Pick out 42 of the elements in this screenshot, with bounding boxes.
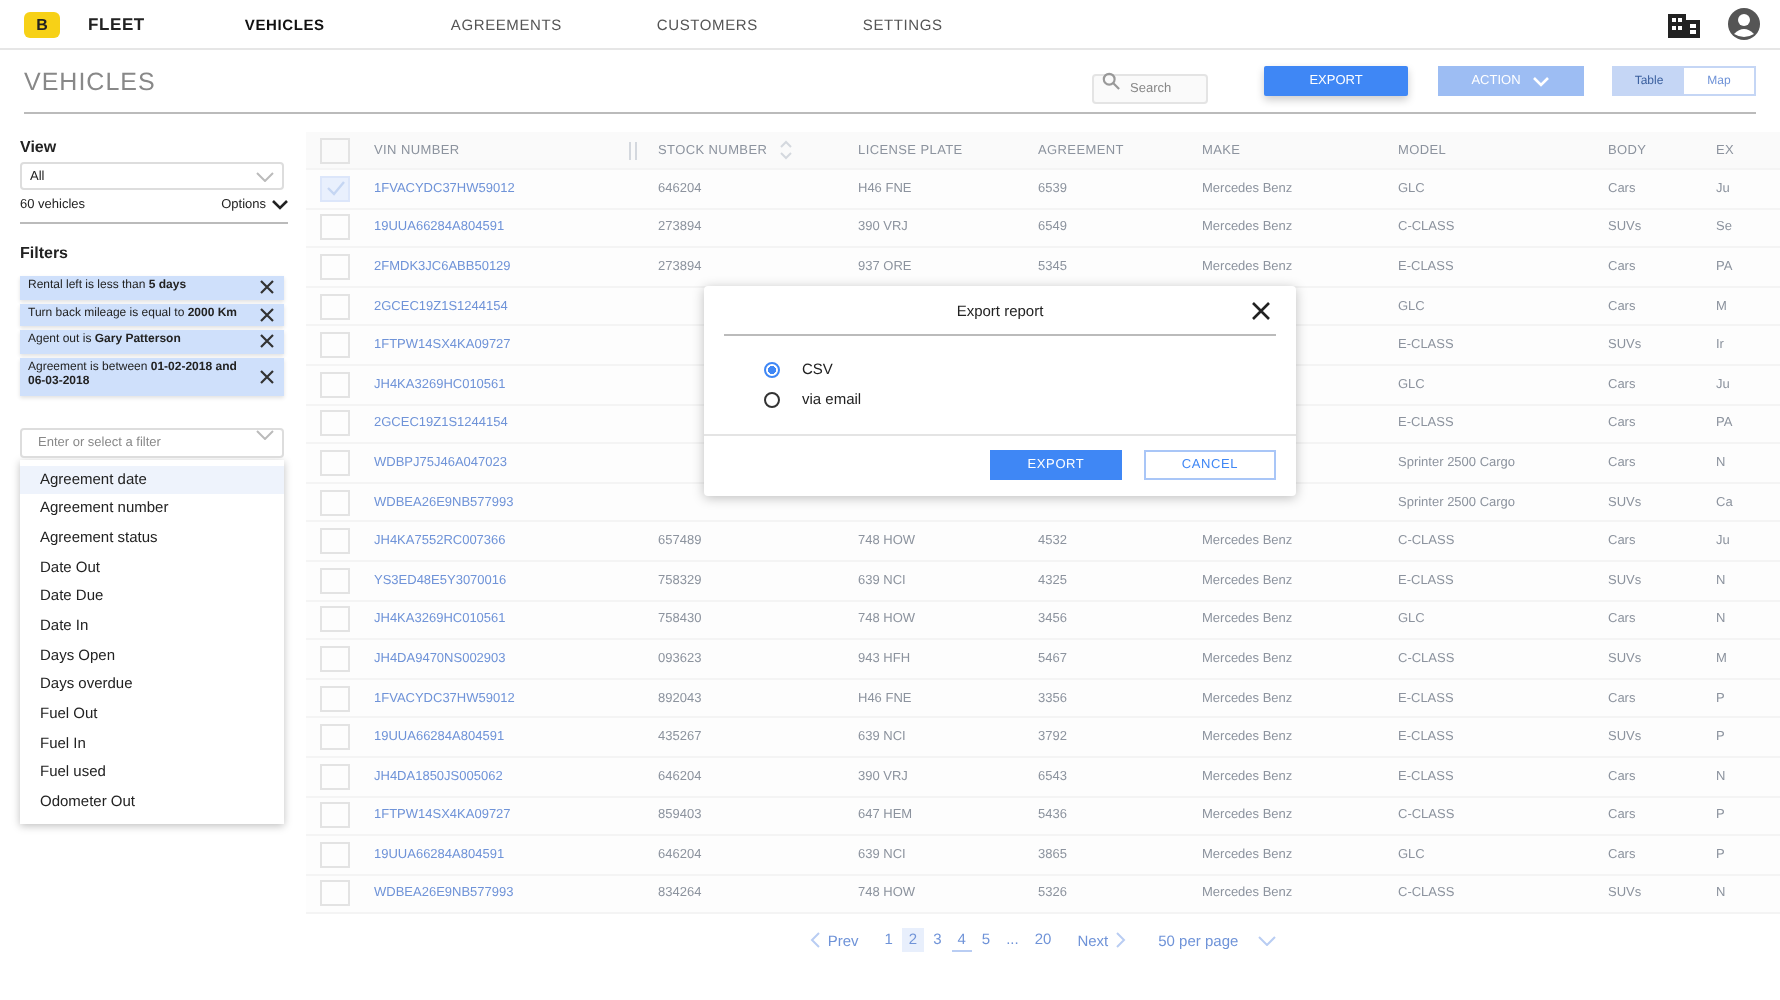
- row-checkbox[interactable]: [320, 332, 350, 359]
- row-checkbox[interactable]: [320, 489, 350, 516]
- chevron-right-icon: [1116, 932, 1127, 949]
- chevron-down-icon: [1258, 935, 1277, 946]
- caret-icon: [1532, 75, 1551, 87]
- row-checkbox[interactable]: [320, 802, 350, 829]
- row-checkbox[interactable]: [320, 293, 350, 320]
- chevron-left-icon: [809, 932, 820, 949]
- row-checkbox[interactable]: [320, 645, 350, 672]
- row-checkbox[interactable]: [320, 841, 350, 868]
- row-checkbox[interactable]: [320, 410, 350, 437]
- row-checkbox[interactable]: [320, 880, 350, 907]
- row-checkbox[interactable]: [320, 175, 350, 202]
- row-checkbox[interactable]: [320, 763, 350, 790]
- close-icon[interactable]: [260, 280, 274, 295]
- row-checkbox[interactable]: [320, 606, 350, 633]
- radio-button[interactable]: [764, 391, 780, 407]
- row-checkbox[interactable]: [320, 528, 350, 555]
- row-checkbox[interactable]: [320, 685, 350, 712]
- building-icon[interactable]: [1668, 10, 1700, 38]
- search-icon: [1102, 72, 1120, 90]
- page-title: VEHICLES: [24, 67, 158, 95]
- close-icon[interactable]: [260, 307, 274, 322]
- chevron-down-icon: [272, 199, 288, 209]
- brand-name: FLEET: [88, 14, 145, 34]
- chevron-down-icon: [256, 429, 274, 439]
- close-icon[interactable]: [260, 334, 274, 349]
- row-checkbox[interactable]: [320, 214, 350, 241]
- close-icon[interactable]: [1252, 302, 1270, 320]
- radio-button[interactable]: [764, 361, 780, 377]
- user-avatar-icon[interactable]: [1728, 8, 1760, 40]
- close-icon[interactable]: [260, 369, 274, 383]
- row-checkbox[interactable]: [320, 567, 350, 594]
- drag-handle-icon[interactable]: [628, 141, 638, 159]
- view-label: View: [20, 138, 59, 156]
- filters-label: Filters: [20, 244, 71, 262]
- row-checkbox[interactable]: [320, 449, 350, 476]
- logo[interactable]: B: [24, 11, 60, 37]
- row-checkbox[interactable]: [320, 371, 350, 398]
- row-checkbox[interactable]: [320, 724, 350, 751]
- row-checkbox[interactable]: [320, 253, 350, 280]
- sort-icon[interactable]: [779, 140, 792, 160]
